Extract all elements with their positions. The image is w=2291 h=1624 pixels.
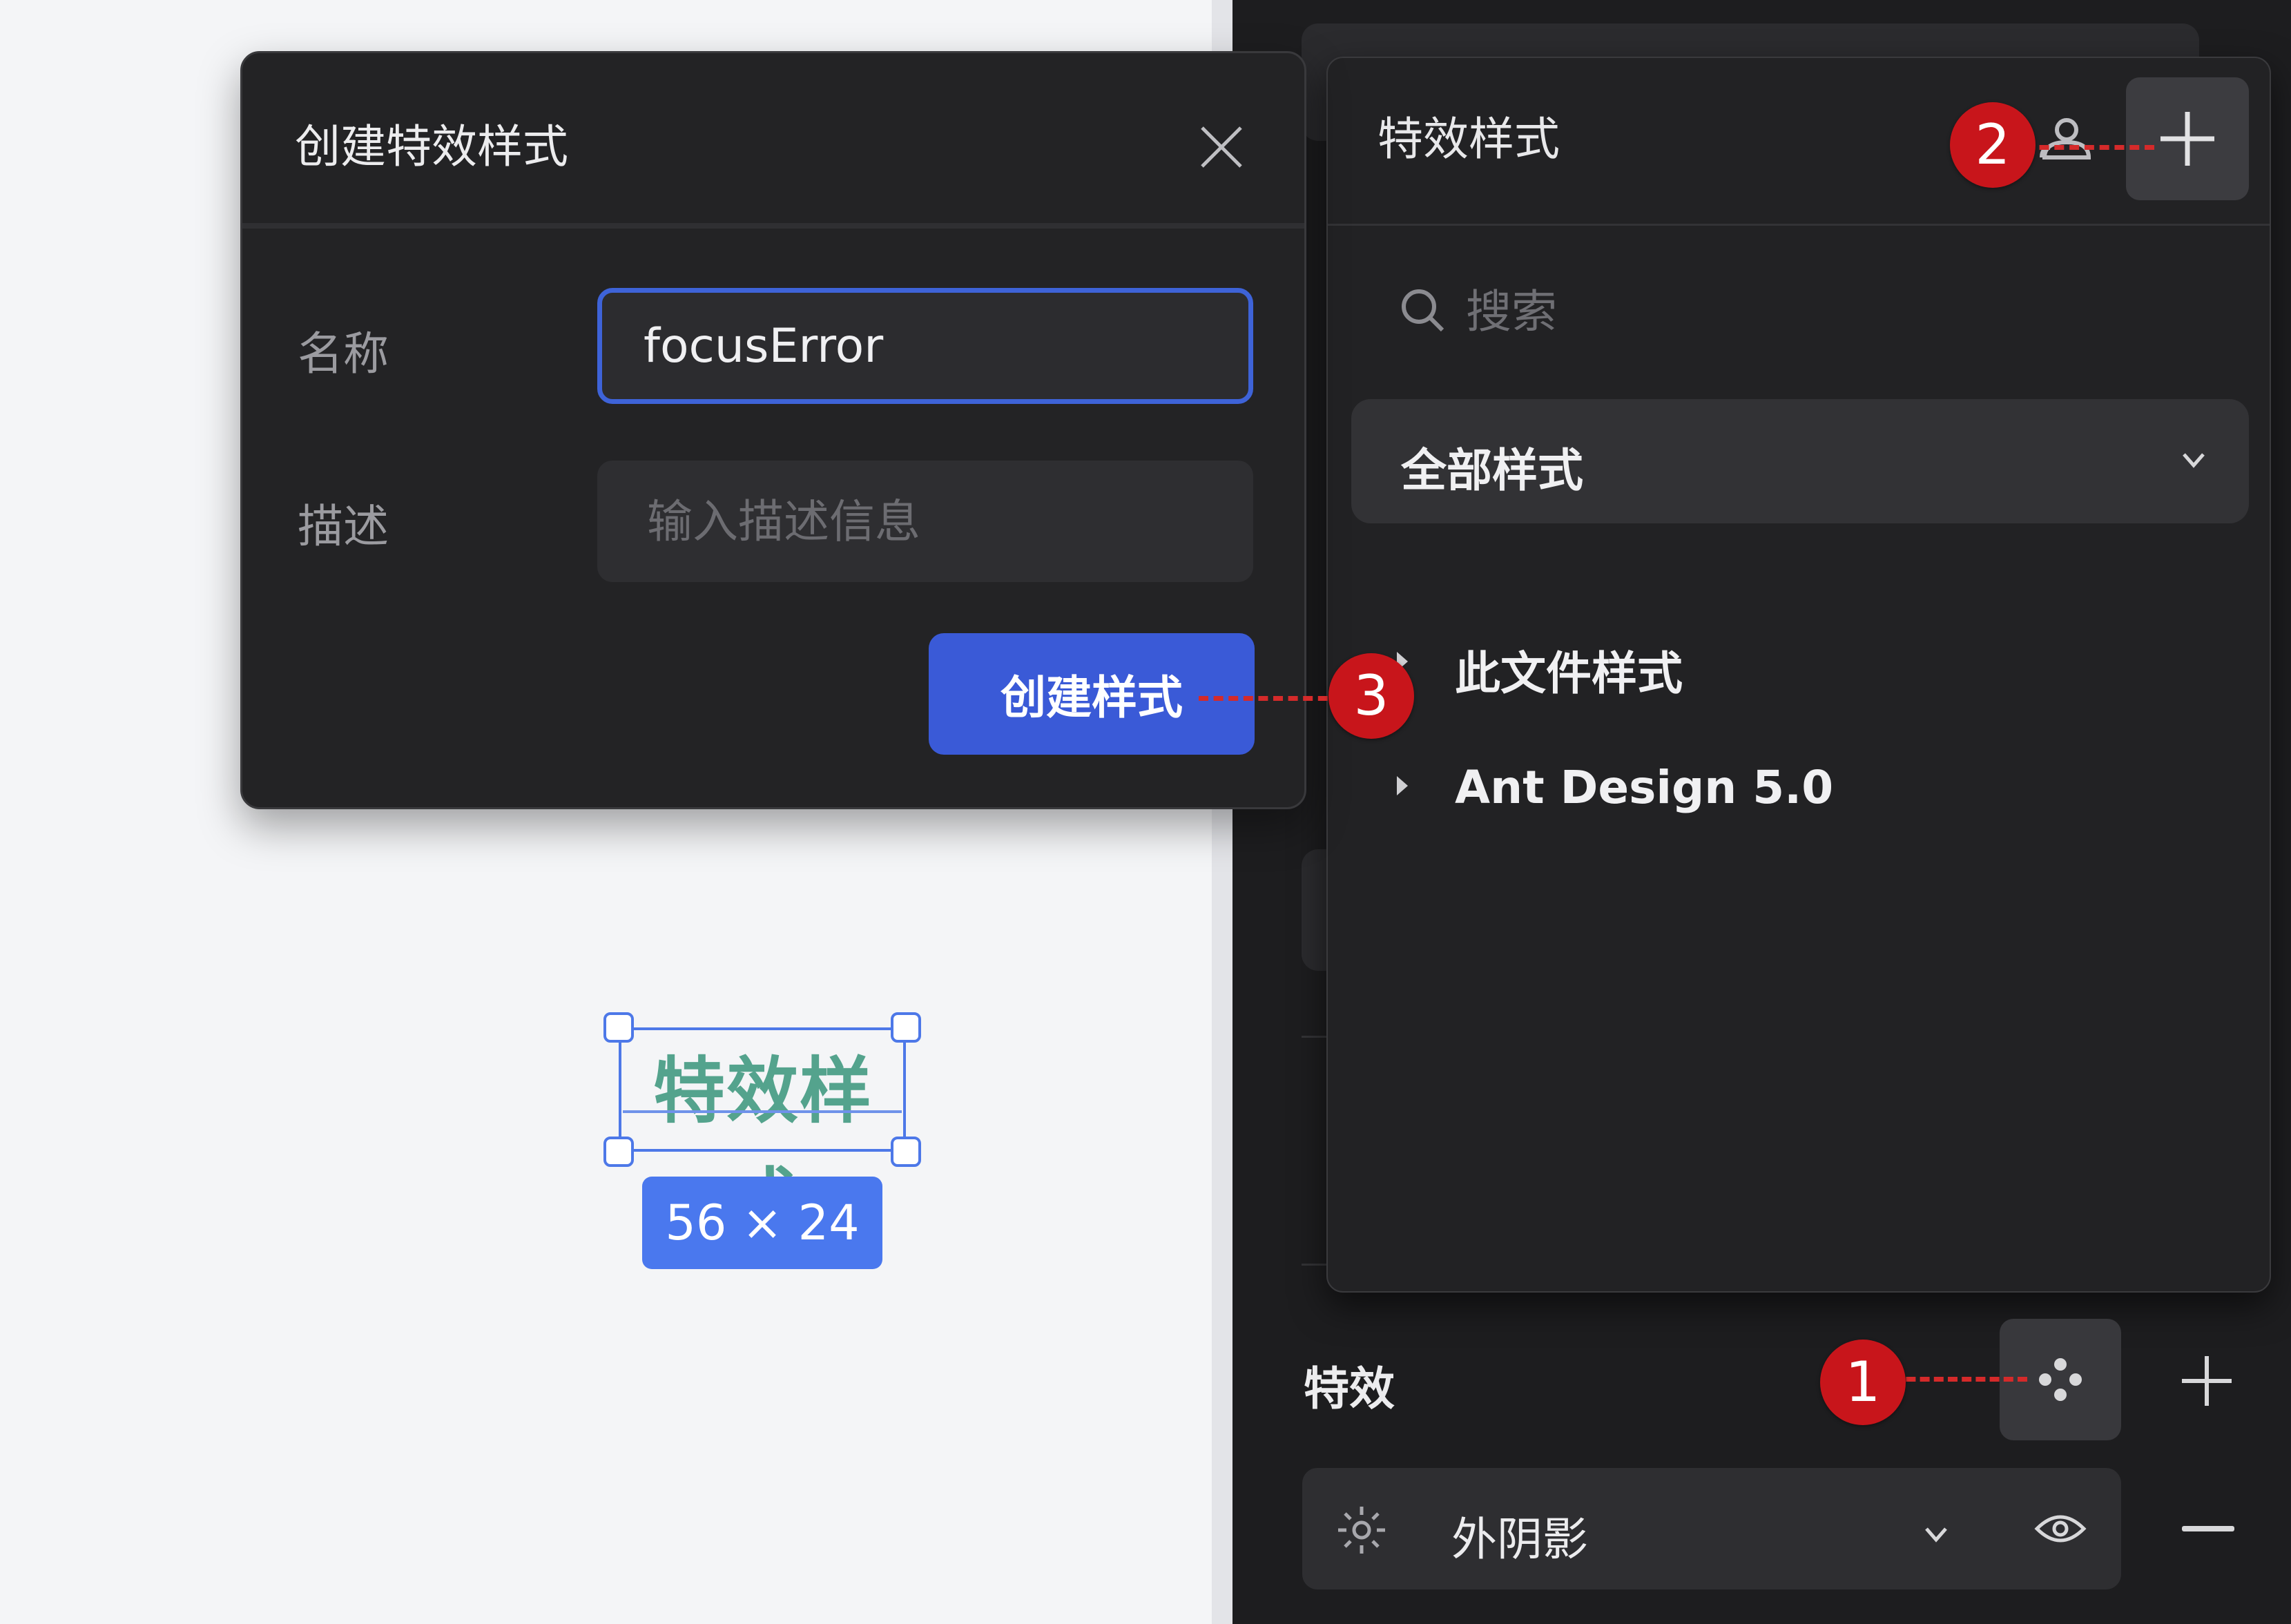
remove-effect-button[interactable]	[2182, 1526, 2234, 1531]
close-icon[interactable]	[1195, 121, 1248, 173]
effect-row-drop-shadow[interactable]: 外阴影	[1302, 1468, 2121, 1589]
text-baseline	[623, 1110, 902, 1113]
search-input[interactable]	[1464, 278, 2227, 345]
annotation-marker: 3	[1328, 653, 1414, 739]
resize-handle[interactable]	[891, 1012, 921, 1043]
name-label: 名称	[298, 327, 389, 380]
effect-type-label[interactable]: 外阴影	[1451, 1502, 1588, 1569]
team-library-icon[interactable]	[2032, 106, 2101, 175]
style-group-label: Ant Design 5.0	[1455, 761, 1834, 814]
annotation-marker: 1	[1820, 1340, 1906, 1425]
resize-handle[interactable]	[891, 1137, 921, 1167]
styles-panel-title: 特效样式	[1378, 113, 1560, 166]
chevron-down-icon[interactable]	[1921, 1519, 1951, 1552]
style-group-label: 此文件样式	[1455, 647, 1683, 700]
plus-icon	[2160, 112, 2214, 166]
create-effect-style-dialog: 创建特效样式 名称 描述 创建样式	[240, 51, 1306, 809]
description-input[interactable]	[597, 461, 1253, 582]
effect-styles-panel: 特效样式 全部样式 此文件样式	[1326, 57, 2271, 1293]
background-divider	[1302, 1036, 1329, 1038]
name-input[interactable]	[597, 288, 1253, 404]
style-group-ant-design[interactable]: Ant Design 5.0	[1328, 740, 2270, 837]
annotation-marker: 2	[1950, 102, 2036, 188]
filter-value: 全部样式	[1401, 444, 1583, 497]
background-divider	[1302, 1264, 1329, 1266]
caret-right-icon	[1397, 776, 1408, 795]
resize-handle[interactable]	[603, 1137, 634, 1167]
effects-section-title: 特效	[1304, 1362, 1395, 1415]
style-group-this-file[interactable]: 此文件样式	[1328, 616, 2270, 713]
resize-handle[interactable]	[603, 1012, 634, 1043]
styles-panel-header: 特效样式	[1328, 58, 2270, 226]
add-effect-button[interactable]	[2179, 1353, 2234, 1409]
style-filter-select[interactable]: 全部样式	[1351, 399, 2249, 523]
dialog-header: 创建特效样式	[242, 53, 1304, 229]
eye-icon[interactable]	[2034, 1509, 2087, 1551]
sun-icon[interactable]	[1335, 1504, 1388, 1559]
chevron-down-icon	[2178, 445, 2209, 478]
create-style-button[interactable]: 创建样式	[929, 633, 1255, 755]
add-style-button[interactable]	[2126, 77, 2249, 200]
dialog-title: 创建特效样式	[295, 120, 568, 173]
plus-icon	[2182, 1356, 2232, 1406]
search-icon	[1398, 286, 1447, 334]
description-label: 描述	[298, 500, 389, 553]
size-badge: 56 × 24	[642, 1177, 882, 1269]
